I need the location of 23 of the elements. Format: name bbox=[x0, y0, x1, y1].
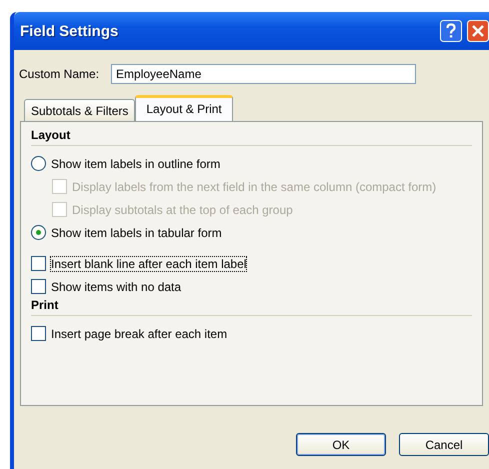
radio-button[interactable] bbox=[31, 225, 46, 240]
radio-button[interactable] bbox=[31, 156, 46, 171]
checkbox[interactable] bbox=[31, 279, 46, 294]
tab[interactable]: Subtotals & Filters bbox=[24, 99, 136, 121]
option-label: Insert blank line after each item label bbox=[51, 256, 246, 270]
option-label: Show item labels in tabular form bbox=[51, 226, 222, 240]
custom-name-label: Custom Name: bbox=[19, 67, 100, 81]
cancel-button[interactable]: Cancel bbox=[399, 433, 489, 456]
tab[interactable]: Layout & Print bbox=[135, 95, 233, 121]
checkbox[interactable] bbox=[31, 326, 46, 341]
window-title: Field Settings bbox=[20, 22, 120, 40]
ok-button[interactable]: OK bbox=[296, 433, 386, 456]
option-label: Display labels from the next field in the same column (compact form) bbox=[72, 180, 436, 194]
custom-name-field[interactable]: EmployeeName bbox=[111, 64, 416, 84]
section-heading: Print bbox=[31, 298, 472, 316]
close-icon[interactable] bbox=[467, 20, 489, 42]
option-label: Show items with no data bbox=[51, 280, 182, 294]
option-label: Insert page break after each item bbox=[51, 326, 228, 340]
option-label: Display subtotals at the top of each group bbox=[72, 202, 293, 216]
checkbox[interactable] bbox=[31, 256, 46, 271]
help-icon[interactable] bbox=[440, 20, 462, 42]
option-label: Show item labels in outline form bbox=[51, 156, 220, 170]
section-heading: Layout bbox=[31, 128, 472, 146]
